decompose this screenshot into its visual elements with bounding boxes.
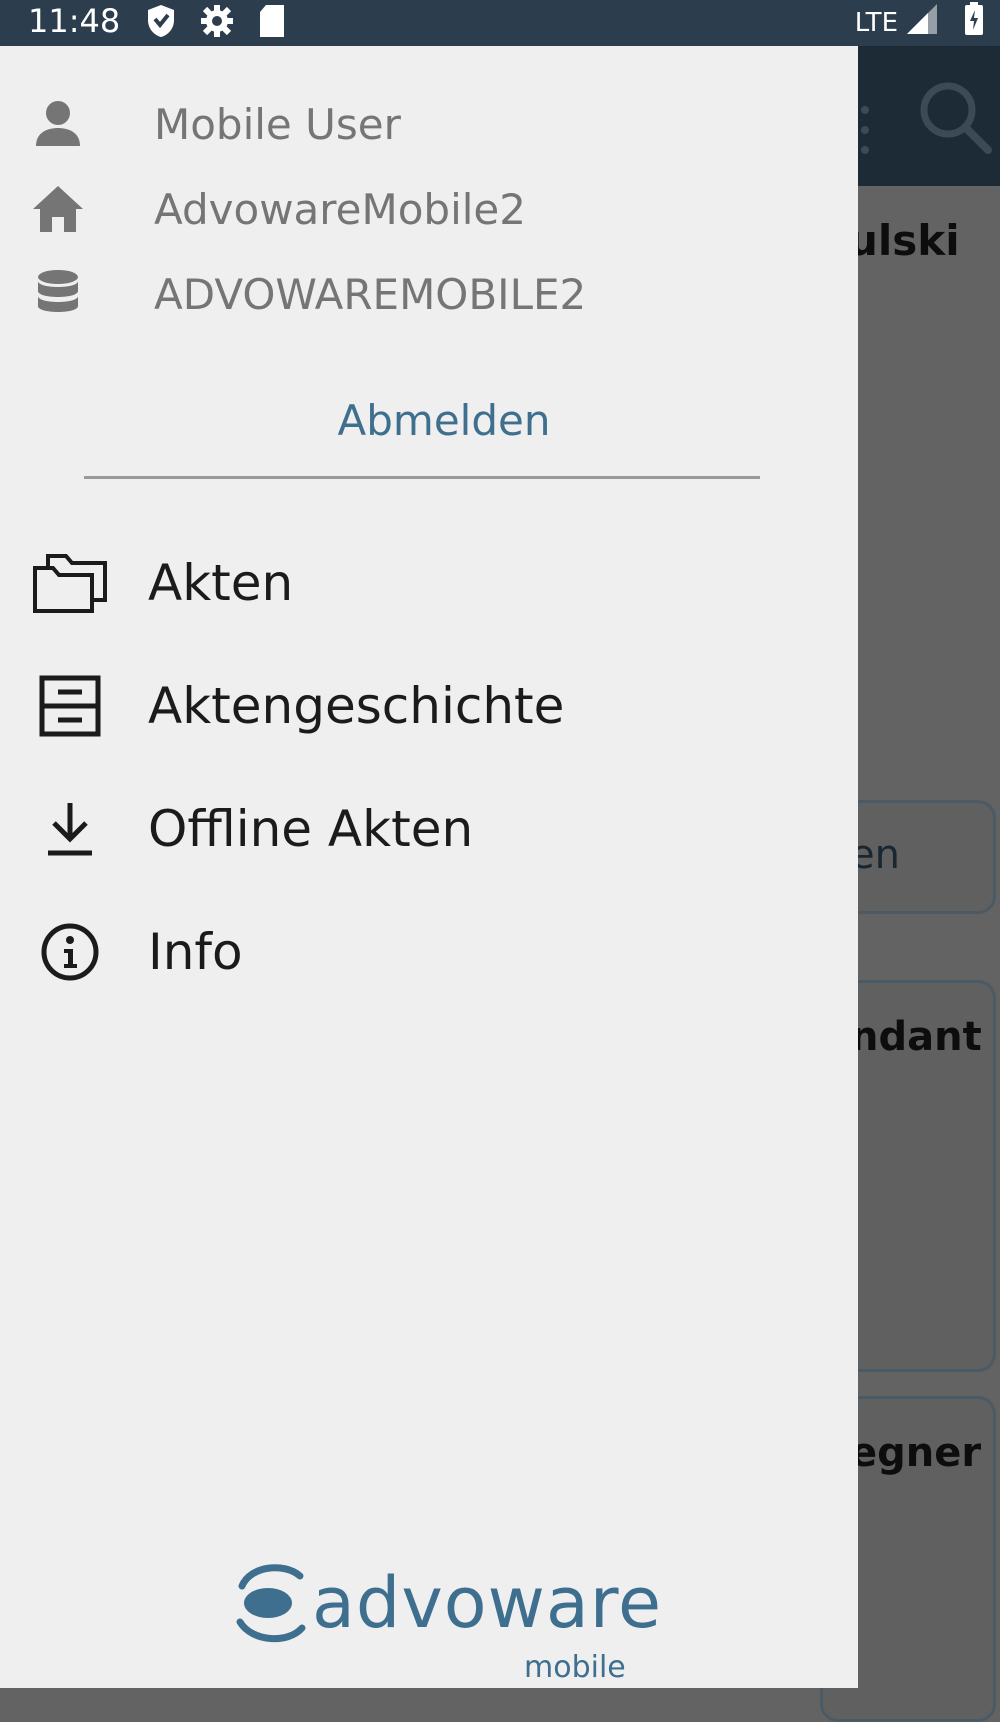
info-icon [32, 914, 108, 990]
status-right: LTE [855, 2, 984, 43]
menu-item-aktengeschichte[interactable]: Aktengeschichte [0, 651, 858, 761]
shield-icon [146, 4, 176, 42]
battery-icon [964, 2, 984, 43]
background-title-text: ulski [848, 216, 960, 265]
database-name: ADVOWAREMOBILE2 [154, 269, 587, 319]
menu-item-akten[interactable]: Akten [0, 528, 858, 638]
background-card-3-text: egner [850, 1430, 982, 1476]
menu-item-label: Offline Akten [148, 800, 474, 858]
background-card-2-text: ndant [850, 1014, 982, 1060]
navigation-drawer: Mobile User AdvowareMobile2 ADVOWAREMOBI… [0, 46, 858, 1688]
menu-item-info[interactable]: Info [0, 897, 858, 1007]
logo-sub: mobile [524, 1650, 626, 1685]
signal-icon [906, 3, 938, 42]
account-database-row: ADVOWAREMOBILE2 [30, 266, 586, 322]
status-time: 11:48 [28, 2, 121, 40]
more-options-icon [860, 105, 870, 159]
gear-icon [200, 4, 234, 42]
download-icon [32, 791, 108, 867]
database-icon [30, 266, 86, 322]
logout-button[interactable]: Abmelden [0, 396, 858, 445]
menu-item-label: Aktengeschichte [148, 677, 565, 735]
person-icon [30, 96, 86, 152]
menu-item-offline-akten[interactable]: Offline Akten [0, 774, 858, 884]
search-icon [918, 80, 992, 158]
account-user-row: Mobile User [30, 96, 401, 152]
workspace-name: AdvowareMobile2 [154, 184, 526, 234]
advoware-logo-mark [236, 1564, 306, 1643]
divider [84, 476, 760, 479]
account-workspace-row: AdvowareMobile2 [30, 181, 526, 237]
user-name: Mobile User [154, 99, 401, 149]
menu-item-label: Info [148, 923, 243, 981]
sd-card-icon [258, 4, 286, 42]
status-bar: 11:48 LTE [0, 0, 1000, 46]
home-icon [30, 181, 86, 237]
network-label: LTE [854, 7, 898, 38]
advoware-logo: advoware mobile [232, 1558, 661, 1688]
folders-icon [32, 545, 108, 621]
menu-item-label: Akten [148, 554, 294, 612]
logo-name: advoware [312, 1562, 663, 1644]
archive-icon [32, 668, 108, 744]
